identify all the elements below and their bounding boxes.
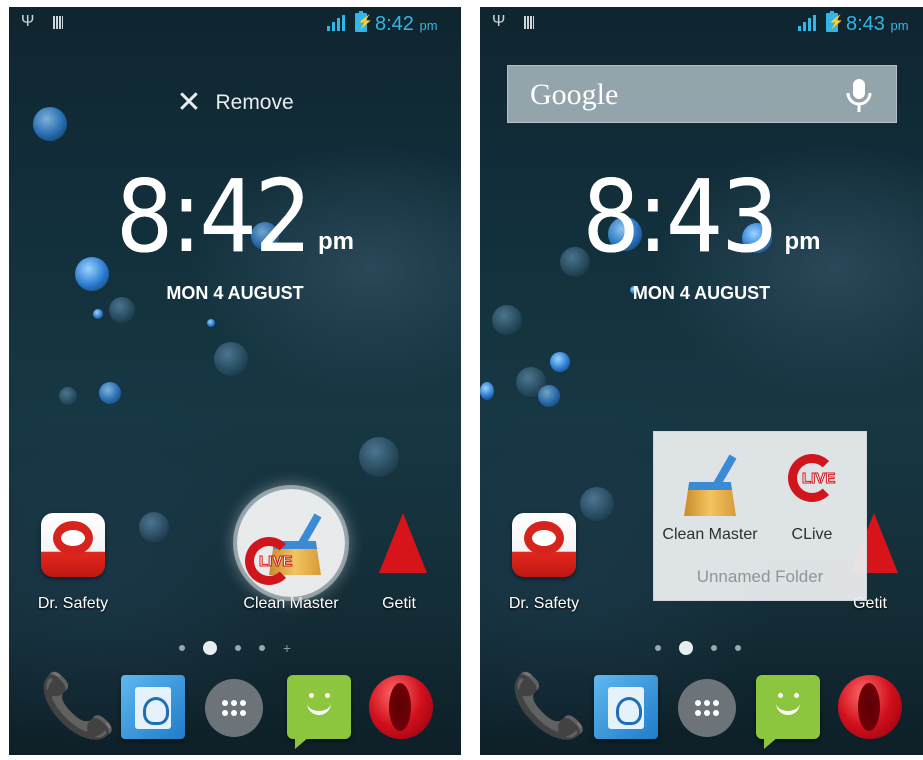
messaging-icon[interactable] — [287, 675, 351, 749]
usb-icon: Ψ — [492, 13, 506, 30]
contacts-icon[interactable] — [594, 675, 658, 739]
usb-icon: Ψ — [21, 13, 35, 30]
status-time: 8:43 pm — [846, 13, 909, 35]
phone-icon[interactable]: 📞 — [39, 675, 116, 739]
google-search-bar[interactable]: Google — [507, 65, 897, 123]
app-label: Clean Master — [243, 595, 339, 612]
battery-icon: ⚡ — [355, 11, 373, 32]
status-bar: Ψ ⚡ 8:43 pm — [480, 7, 923, 39]
home-screen-left: Ψ ⚡ 8:42 pm ✕ Remove 8:42 pm MON 4 AUGUST … — [9, 7, 461, 755]
messaging-icon[interactable] — [756, 675, 820, 749]
folder-name[interactable]: Unnamed Folder — [654, 567, 866, 587]
folder-item-label: Clean Master — [662, 526, 758, 543]
opera-icon[interactable] — [369, 675, 433, 739]
remove-drop-target[interactable]: ✕ Remove — [9, 85, 461, 120]
broom-icon — [684, 450, 740, 516]
clock-widget[interactable]: 8:43 pm — [480, 157, 923, 277]
app-label: Getit — [382, 595, 416, 612]
clock-widget[interactable]: 8:42 pm — [9, 157, 461, 277]
dr-safety-icon — [41, 513, 105, 577]
sd-card-icon — [53, 16, 63, 29]
getit-icon — [379, 513, 427, 573]
page-indicator[interactable] — [480, 639, 923, 655]
dr-safety-icon — [512, 513, 576, 577]
dragged-app-icon[interactable]: LIVE — [237, 489, 345, 597]
dock: 📞 — [480, 675, 923, 749]
clock-date: MON 4 AUGUST — [632, 283, 771, 303]
opera-icon[interactable] — [838, 675, 902, 739]
app-label: Dr. Safety — [37, 595, 109, 612]
clock-ampm: pm — [318, 228, 354, 255]
close-icon: ✕ — [176, 86, 202, 119]
folder-item-label: CLive — [791, 526, 833, 543]
clock-ampm: pm — [784, 228, 821, 255]
app-drawer-icon[interactable] — [678, 679, 736, 737]
signal-icon — [798, 15, 818, 31]
microphone-icon[interactable] — [844, 78, 874, 114]
clock-time: 8:42 — [115, 158, 312, 275]
folder-popup[interactable]: Clean Master LIVE CLive Unnamed Folder — [653, 431, 867, 601]
app-label: Dr. Safety — [508, 595, 580, 612]
remove-label: Remove — [215, 91, 294, 114]
clive-icon: LIVE — [245, 537, 305, 593]
page-indicator[interactable]: + — [9, 639, 461, 656]
battery-icon: ⚡ — [826, 11, 844, 32]
signal-icon — [327, 15, 347, 31]
contacts-icon[interactable] — [121, 675, 185, 739]
home-screen-right: Ψ ⚡ 8:43 pm Google 8:43 pm MON 4 AUGUST D… — [480, 7, 923, 755]
clive-icon: LIVE — [788, 454, 844, 510]
dock: 📞 — [9, 675, 461, 749]
status-time: 8:42 pm — [375, 13, 438, 35]
status-bar: Ψ ⚡ 8:42 pm — [9, 7, 461, 39]
google-logo: Google — [530, 78, 619, 111]
app-drawer-icon[interactable] — [205, 679, 263, 737]
clock-date: MON 4 AUGUST — [166, 283, 304, 303]
sd-card-icon — [524, 16, 534, 29]
phone-icon[interactable]: 📞 — [510, 675, 587, 739]
clock-time: 8:43 — [582, 158, 778, 275]
